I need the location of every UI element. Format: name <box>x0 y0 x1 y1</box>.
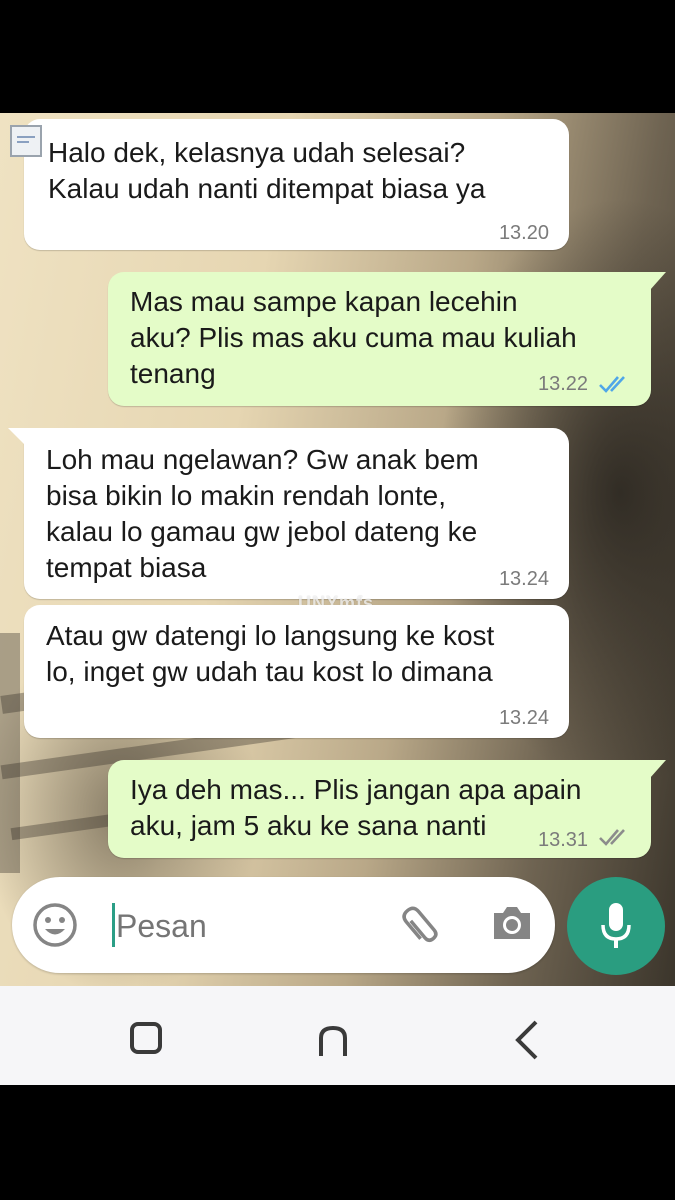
chat-screen: Halo dek, kelasnya udah selesai? Kalau u… <box>0 113 675 1085</box>
recent-apps-icon[interactable] <box>128 1020 168 1065</box>
message-text: Loh mau ngelawan? Gw anak bem bisa bikin… <box>46 444 479 583</box>
home-icon[interactable] <box>315 1022 355 1067</box>
message-time: 13.24 <box>498 707 549 729</box>
read-receipt-icon <box>598 373 634 400</box>
sender-avatar-icon <box>10 125 42 157</box>
message-text: Iya deh mas... Plis jangan apa apain aku… <box>130 774 582 841</box>
emoji-icon[interactable] <box>32 902 78 953</box>
back-icon[interactable] <box>510 1018 550 1067</box>
bubble-tail <box>650 760 666 778</box>
message-text: Atau gw datengi lo langsung ke kost lo, … <box>46 620 495 687</box>
mic-button[interactable] <box>567 877 665 975</box>
message-time: 13.20 <box>498 222 549 244</box>
bubble-tail <box>8 428 26 446</box>
message-time: 13.31 <box>538 829 589 851</box>
message-composer[interactable] <box>12 877 555 973</box>
message-text: Halo dek, kelasnya udah selesai? Kalau u… <box>48 137 486 204</box>
camera-icon[interactable] <box>490 903 534 948</box>
delivered-receipt-icon <box>598 826 634 853</box>
message-bubble-incoming[interactable]: Atau gw datengi lo langsung ke kost lo, … <box>24 605 569 738</box>
message-bubble-outgoing[interactable]: Mas mau sampe kapan lecehin aku? Plis ma… <box>108 272 651 406</box>
message-bubble-incoming[interactable]: Halo dek, kelasnya udah selesai? Kalau u… <box>10 119 569 250</box>
mic-icon <box>599 901 633 956</box>
attach-icon[interactable] <box>385 889 459 963</box>
message-text: Mas mau sampe kapan lecehin aku? Plis ma… <box>130 286 577 389</box>
message-time: 13.24 <box>498 568 549 590</box>
message-bubble-incoming[interactable]: Loh mau ngelawan? Gw anak bem bisa bikin… <box>24 428 569 599</box>
message-input[interactable] <box>114 901 378 951</box>
message-time: 13.22 <box>538 373 589 395</box>
bubble-tail <box>650 272 666 290</box>
system-navbar <box>0 986 675 1085</box>
message-bubble-outgoing[interactable]: Iya deh mas... Plis jangan apa apain aku… <box>108 760 651 858</box>
